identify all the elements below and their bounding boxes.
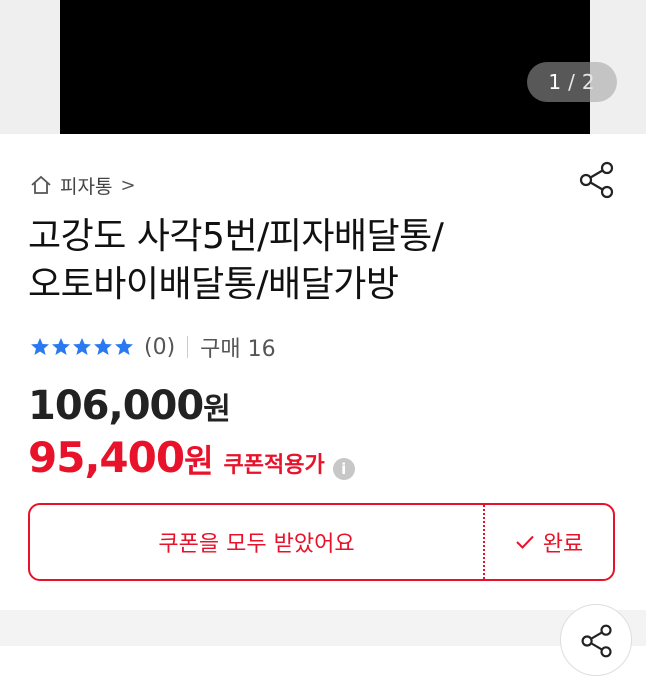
- star-icon: [94, 338, 112, 355]
- breadcrumb-category[interactable]: 피자통: [60, 172, 112, 199]
- gallery-page-separator: /: [568, 70, 576, 94]
- floating-share-button[interactable]: [560, 604, 632, 676]
- original-price-amount: 106,000: [28, 383, 204, 429]
- coupon-price: 95,400 원 쿠폰적용가 i: [28, 433, 355, 482]
- coupon-done-button[interactable]: 완료: [485, 505, 613, 579]
- gallery-page-indicator: 1 / 2: [527, 62, 617, 102]
- star-icon: [115, 338, 133, 355]
- coupon-price-unit: 원: [184, 442, 214, 480]
- receive-all-coupons-button[interactable]: 쿠폰을 모두 받았어요: [30, 505, 483, 579]
- coupon-price-amount: 95,400: [28, 433, 185, 482]
- home-icon[interactable]: [30, 174, 52, 196]
- rating-divider: [187, 336, 189, 358]
- original-price-unit: 원: [203, 392, 231, 427]
- original-price: 106,000원: [28, 383, 231, 429]
- rating-row[interactable]: (0) 구매 16: [30, 330, 276, 364]
- star-icon: [31, 338, 49, 355]
- info-icon[interactable]: i: [332, 458, 355, 480]
- receive-all-coupons-label: 쿠폰을 모두 받았어요: [158, 532, 355, 557]
- check-icon: [516, 535, 534, 549]
- star-rating[interactable]: [30, 337, 134, 357]
- product-title: 고강도 사각5번/피자배달통/ 오토바이배달통/배달가방: [28, 213, 618, 309]
- product-title-line-2: 오토바이배달통/배달가방: [28, 264, 399, 305]
- share-icon[interactable]: [578, 160, 616, 200]
- breadcrumb[interactable]: 피자통 >: [30, 170, 136, 200]
- product-title-line-1: 고강도 사각5번/피자배달통/: [28, 216, 444, 257]
- star-icon: [73, 338, 91, 355]
- review-count[interactable]: (0): [144, 335, 175, 360]
- coupon-price-label: 쿠폰적용가: [223, 453, 325, 478]
- star-icon: [52, 338, 70, 355]
- gallery-total-pages: 2: [581, 70, 596, 94]
- gallery-current-page: 1: [548, 70, 563, 94]
- chevron-right-icon: >: [120, 174, 136, 196]
- product-image: [60, 0, 590, 134]
- section-divider: [0, 610, 646, 646]
- share-icon: [581, 624, 612, 658]
- product-image-gallery[interactable]: 1 / 2: [0, 0, 646, 134]
- coupon-done-label: 완료: [542, 532, 584, 557]
- purchase-count: 구매 16: [200, 337, 276, 362]
- coupon-bar: 쿠폰을 모두 받았어요 완료: [28, 503, 615, 581]
